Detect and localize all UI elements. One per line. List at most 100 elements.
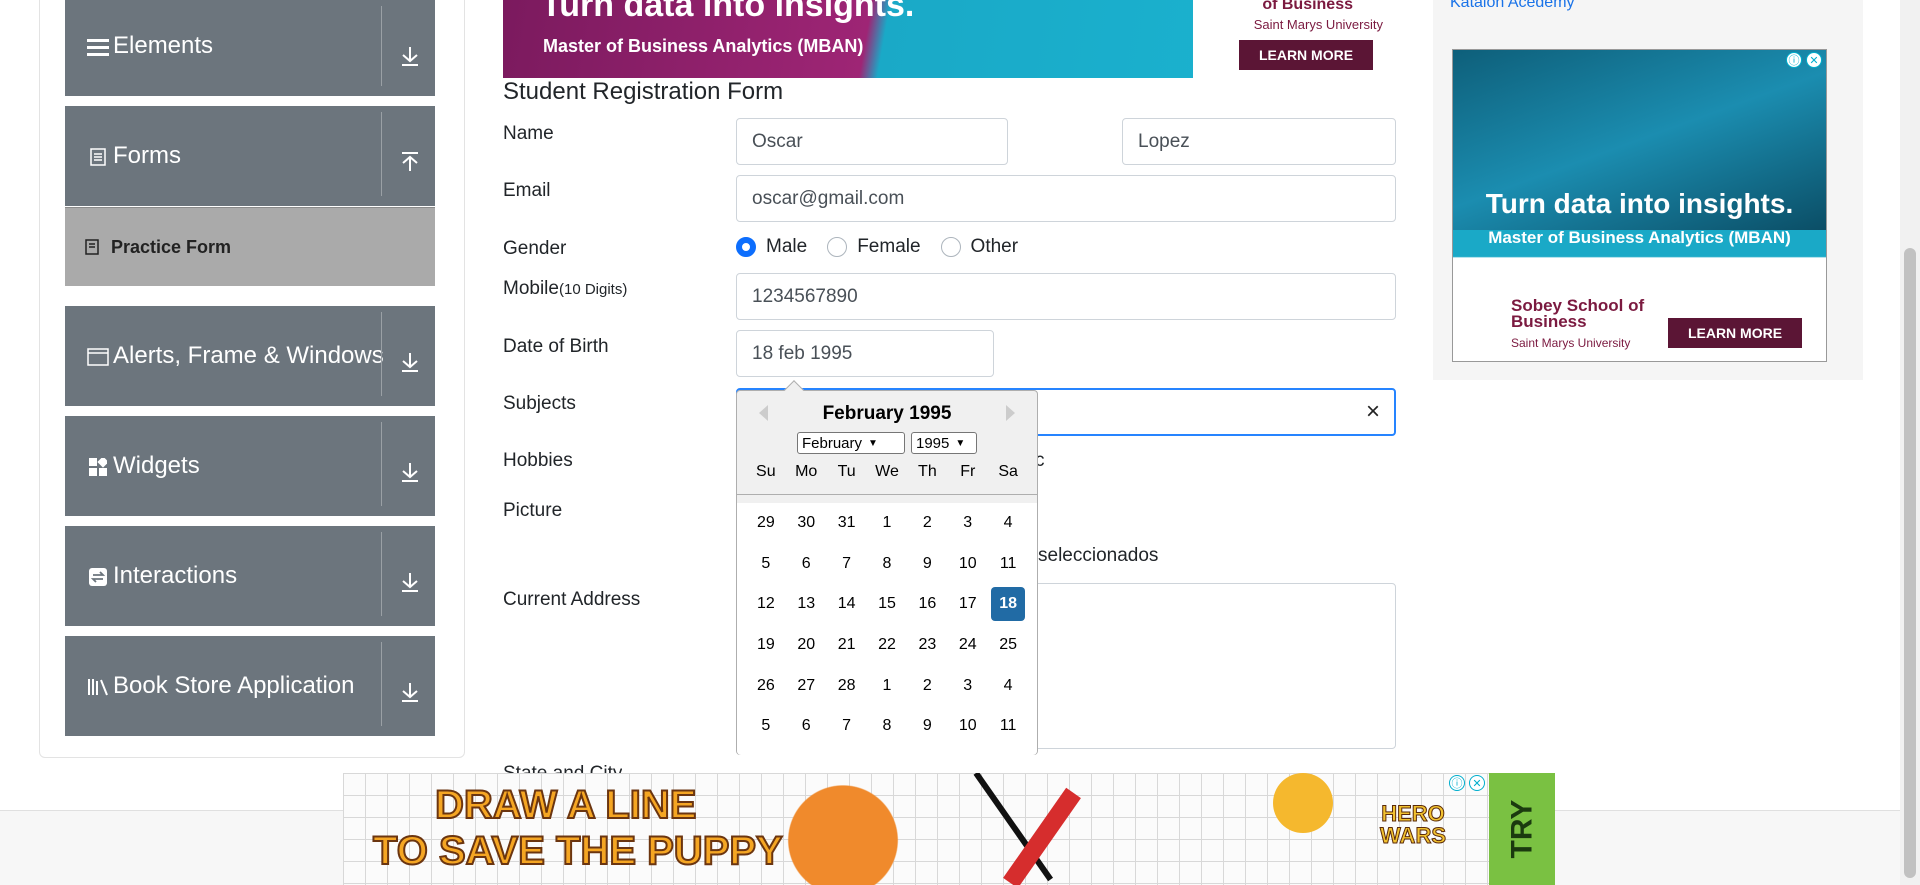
year-select[interactable]: 1995 ▼	[911, 432, 977, 454]
datepicker-day[interactable]: 4	[991, 669, 1025, 703]
gender-male-option[interactable]: Male	[736, 236, 807, 258]
datepicker-day[interactable]: 5	[749, 709, 783, 743]
date-of-birth-input[interactable]: 18 feb 1995	[736, 330, 994, 377]
datepicker-day[interactable]: 21	[830, 628, 864, 662]
sidebar-item-practice-form[interactable]: Practice Form	[65, 207, 435, 286]
info-icon[interactable]: ⓘ	[1786, 52, 1802, 68]
divider	[381, 312, 382, 396]
datepicker-day[interactable]: 11	[991, 709, 1025, 743]
datepicker-day-selected[interactable]: 18	[991, 587, 1026, 622]
sidebar-group-label: Book Store Application	[113, 672, 355, 699]
sidebar-group-label: Elements	[113, 32, 214, 59]
chevron-down-icon[interactable]	[395, 672, 425, 712]
ad-learn-more-button[interactable]: LEARN MORE	[1668, 318, 1802, 348]
datepicker-day[interactable]: 8	[870, 709, 904, 743]
datepicker-day[interactable]: 1	[870, 506, 904, 540]
next-month-icon[interactable]	[1006, 405, 1015, 421]
weekday-label: Fr	[960, 463, 976, 480]
email-label: Email	[503, 180, 551, 201]
clear-icon[interactable]: ×	[1366, 398, 1380, 426]
datepicker-day[interactable]: 6	[789, 709, 823, 743]
datepicker-day[interactable]: 16	[910, 587, 944, 621]
try-button[interactable]: TRY	[1489, 773, 1555, 885]
mobile-label: Mobile(10 Digits)	[503, 278, 627, 300]
close-icon[interactable]: ✕	[1469, 775, 1485, 791]
chevron-down-icon[interactable]	[395, 36, 425, 76]
radio-button[interactable]	[940, 237, 961, 257]
datepicker-day[interactable]: 12	[749, 587, 783, 621]
sidebar-group-forms[interactable]: Forms	[65, 106, 435, 206]
ad-learn-more-button[interactable]: LEARN MORE	[1239, 40, 1373, 70]
name-label: Name	[503, 123, 554, 144]
datepicker-day[interactable]: 31	[830, 506, 864, 540]
datepicker-day[interactable]: 8	[870, 547, 904, 581]
datepicker-day[interactable]: 1	[870, 669, 904, 703]
first-name-input[interactable]: Oscar	[736, 118, 1008, 165]
datepicker-day[interactable]: 27	[789, 669, 823, 703]
datepicker-day[interactable]: 3	[951, 506, 985, 540]
month-select[interactable]: February ▼	[797, 432, 905, 454]
datepicker-day[interactable]: 7	[830, 709, 864, 743]
sidebar-group-interactions[interactable]: Interactions	[65, 526, 435, 626]
divider	[381, 642, 382, 726]
datepicker-day[interactable]: 7	[830, 547, 864, 581]
chevron-up-icon[interactable]	[395, 142, 425, 182]
email-input[interactable]: oscar@gmail.com	[736, 175, 1396, 222]
chevron-down-icon[interactable]	[395, 342, 425, 382]
radio-label: Male	[766, 236, 808, 257]
datepicker-week-row: 5 6 7 8 9 10 11	[737, 544, 1037, 585]
ad-logo-subtext: Saint Marys University	[1253, 17, 1383, 32]
sidebar-group-book-store[interactable]: Book Store Application	[65, 636, 435, 736]
katalon-link[interactable]: Katalon Acedemy	[1450, 0, 1575, 12]
ad-headline: DRAW A LINE	[434, 782, 697, 828]
datepicker-day[interactable]: 23	[910, 628, 944, 662]
close-icon[interactable]: ✕	[1806, 52, 1822, 68]
weekday-header-row: Su Mo Tu We Th Fr Sa	[737, 463, 1037, 481]
datepicker-day[interactable]: 10	[951, 709, 985, 743]
datepicker-day[interactable]: 26	[749, 669, 783, 703]
datepicker-day[interactable]: 11	[991, 547, 1025, 581]
datepicker-day[interactable]: 19	[749, 628, 783, 662]
info-icon[interactable]: ⓘ	[1449, 775, 1465, 791]
datepicker-day[interactable]: 3	[951, 669, 985, 703]
top-banner-ad[interactable]: Turn data into insights. Master of Busin…	[503, 0, 1413, 78]
sidebar-group-alerts[interactable]: Alerts, Frame & Windows	[65, 306, 435, 406]
datepicker-day[interactable]: 2	[910, 669, 944, 703]
page-scrollbar[interactable]	[1900, 0, 1920, 885]
datepicker-day[interactable]: 9	[910, 709, 944, 743]
scrollbar-thumb[interactable]	[1904, 248, 1916, 878]
datepicker-day[interactable]: 6	[789, 547, 823, 581]
bottom-banner-ad[interactable]: DRAW A LINE TO SAVE THE PUPPY HERO WARS …	[343, 773, 1555, 885]
datepicker-day[interactable]: 29	[749, 506, 783, 540]
datepicker-day[interactable]: 9	[910, 547, 944, 581]
ad-logo-subtext: Saint Marys University	[1511, 336, 1631, 350]
last-name-input[interactable]: Lopez	[1122, 118, 1396, 165]
datepicker-day[interactable]: 15	[870, 587, 904, 621]
sidebar-group-widgets[interactable]: Widgets	[65, 416, 435, 516]
datepicker-day[interactable]: 22	[870, 628, 904, 662]
chevron-down-icon[interactable]	[395, 452, 425, 492]
datepicker-day[interactable]: 17	[951, 587, 985, 621]
sidebar-group-elements[interactable]: Elements	[65, 0, 435, 96]
gender-other-option[interactable]: Other	[940, 236, 1018, 258]
radio-button[interactable]	[736, 237, 756, 257]
datepicker-day[interactable]: 10	[951, 547, 985, 581]
radio-button[interactable]	[827, 237, 848, 257]
datepicker-day[interactable]: 30	[789, 506, 823, 540]
datepicker-day[interactable]: 4	[991, 506, 1025, 540]
divider	[381, 422, 382, 506]
datepicker-day[interactable]: 20	[789, 628, 823, 662]
datepicker-day[interactable]: 25	[991, 628, 1025, 662]
datepicker-day[interactable]: 14	[830, 587, 864, 621]
datepicker-day[interactable]: 24	[951, 628, 985, 662]
datepicker-day[interactable]: 28	[830, 669, 864, 703]
right-ad[interactable]: Turn data into insights. Master of Busin…	[1452, 49, 1827, 362]
mobile-input[interactable]: 1234567890	[736, 273, 1396, 320]
divider	[381, 6, 382, 86]
datepicker-day[interactable]: 13	[789, 587, 823, 621]
chevron-down-icon[interactable]	[395, 562, 425, 602]
datepicker-day[interactable]: 2	[910, 506, 944, 540]
gender-female-option[interactable]: Female	[827, 236, 921, 258]
month-select-value: February	[802, 434, 863, 452]
datepicker-day[interactable]: 5	[749, 547, 783, 581]
